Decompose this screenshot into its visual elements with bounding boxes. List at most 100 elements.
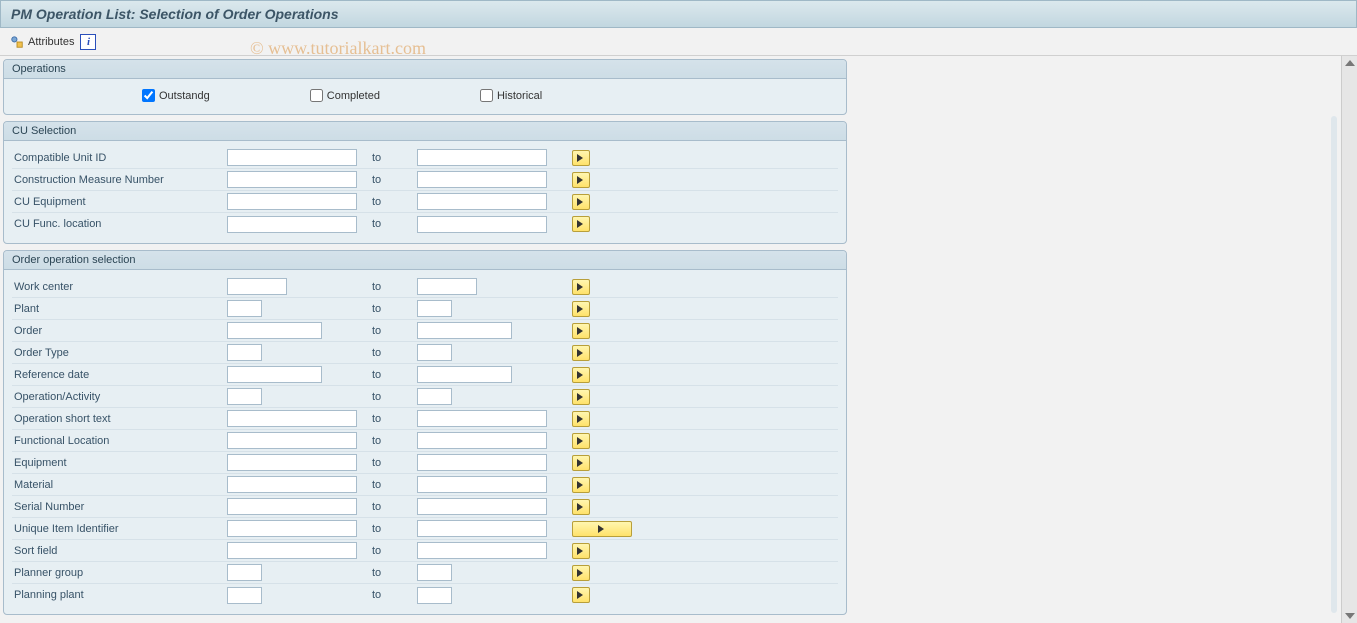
multiple-selection-button[interactable] — [572, 279, 590, 295]
multiple-selection-button[interactable] — [572, 499, 590, 515]
range-from-input[interactable] — [227, 432, 357, 449]
field-row: Order Typeto — [12, 342, 838, 364]
range-to-input[interactable] — [417, 322, 512, 339]
range-from-input[interactable] — [227, 344, 262, 361]
range-from-input[interactable] — [227, 564, 262, 581]
to-label: to — [372, 303, 417, 315]
field-label: Functional Location — [12, 435, 227, 447]
multiple-selection-button[interactable] — [572, 433, 590, 449]
multiple-selection-button[interactable] — [572, 521, 632, 537]
scroll-up-icon[interactable] — [1345, 60, 1355, 66]
range-to-input[interactable] — [417, 542, 547, 559]
arrow-right-icon — [576, 480, 586, 490]
multiple-selection-button[interactable] — [572, 323, 590, 339]
multiple-selection-button[interactable] — [572, 411, 590, 427]
checkbox-historical-input[interactable] — [480, 89, 493, 102]
range-from-input[interactable] — [227, 542, 357, 559]
vertical-scrollbar[interactable] — [1341, 56, 1357, 623]
field-label: Construction Measure Number — [12, 174, 227, 186]
info-icon[interactable]: i — [80, 34, 96, 50]
to-label: to — [372, 152, 417, 164]
range-to-input[interactable] — [417, 149, 547, 166]
range-to-input[interactable] — [417, 564, 452, 581]
group-title-cu-selection: CU Selection — [4, 122, 846, 141]
field-row: CU Equipmentto — [12, 191, 838, 213]
range-from-input[interactable] — [227, 587, 262, 604]
range-to-input[interactable] — [417, 193, 547, 210]
field-row: Construction Measure Numberto — [12, 169, 838, 191]
range-to-input[interactable] — [417, 498, 547, 515]
range-from-input[interactable] — [227, 171, 357, 188]
to-label: to — [372, 545, 417, 557]
multiple-selection-button[interactable] — [572, 301, 590, 317]
checkbox-completed-label: Completed — [327, 90, 380, 102]
multiple-selection-button[interactable] — [572, 455, 590, 471]
checkbox-historical[interactable]: Historical — [480, 89, 542, 102]
multiple-selection-button[interactable] — [572, 194, 590, 210]
multiple-selection-button[interactable] — [572, 216, 590, 232]
range-from-input[interactable] — [227, 300, 262, 317]
to-label: to — [372, 479, 417, 491]
range-to-input[interactable] — [417, 171, 547, 188]
secondary-scrollbar[interactable] — [1331, 116, 1337, 613]
arrow-right-icon — [576, 392, 586, 402]
field-label: Plant — [12, 303, 227, 315]
range-from-input[interactable] — [227, 216, 357, 233]
range-from-input[interactable] — [227, 388, 262, 405]
field-row: Planning plantto — [12, 584, 838, 606]
multiple-selection-button[interactable] — [572, 477, 590, 493]
arrow-right-icon — [576, 175, 586, 185]
multiple-selection-button[interactable] — [572, 345, 590, 361]
range-to-input[interactable] — [417, 216, 547, 233]
multiple-selection-button[interactable] — [572, 587, 590, 603]
field-row: Serial Numberto — [12, 496, 838, 518]
multiple-selection-button[interactable] — [572, 367, 590, 383]
range-from-input[interactable] — [227, 193, 357, 210]
arrow-right-icon — [576, 326, 586, 336]
checkbox-outstanding[interactable]: Outstandg — [142, 89, 210, 102]
range-to-input[interactable] — [417, 476, 547, 493]
range-to-input[interactable] — [417, 520, 547, 537]
checkbox-outstanding-input[interactable] — [142, 89, 155, 102]
range-from-input[interactable] — [227, 454, 357, 471]
range-to-input[interactable] — [417, 344, 452, 361]
range-to-input[interactable] — [417, 278, 477, 295]
range-from-input[interactable] — [227, 476, 357, 493]
multiple-selection-button[interactable] — [572, 543, 590, 559]
multiple-selection-button[interactable] — [572, 150, 590, 166]
range-from-input[interactable] — [227, 149, 357, 166]
arrow-right-icon — [576, 304, 586, 314]
checkbox-completed-input[interactable] — [310, 89, 323, 102]
field-label: Compatible Unit ID — [12, 152, 227, 164]
range-to-input[interactable] — [417, 300, 452, 317]
range-to-input[interactable] — [417, 410, 547, 427]
field-row: Work centerto — [12, 276, 838, 298]
arrow-right-icon — [576, 458, 586, 468]
range-from-input[interactable] — [227, 410, 357, 427]
field-row: Functional Locationto — [12, 430, 838, 452]
range-to-input[interactable] — [417, 388, 452, 405]
arrow-right-icon — [597, 524, 607, 534]
multiple-selection-button[interactable] — [572, 389, 590, 405]
toolbar: Attributes i — [0, 28, 1357, 56]
range-from-input[interactable] — [227, 278, 287, 295]
page-title: PM Operation List: Selection of Order Op… — [11, 6, 339, 22]
range-from-input[interactable] — [227, 366, 322, 383]
multiple-selection-button[interactable] — [572, 172, 590, 188]
right-space — [850, 56, 1357, 623]
range-from-input[interactable] — [227, 520, 357, 537]
checkbox-completed[interactable]: Completed — [310, 89, 380, 102]
to-label: to — [372, 196, 417, 208]
field-row: CU Func. locationto — [12, 213, 838, 235]
range-to-input[interactable] — [417, 366, 512, 383]
range-to-input[interactable] — [417, 454, 547, 471]
range-to-input[interactable] — [417, 587, 452, 604]
scroll-down-icon[interactable] — [1345, 613, 1355, 619]
range-from-input[interactable] — [227, 498, 357, 515]
attributes-button[interactable]: Attributes — [10, 35, 74, 49]
range-from-input[interactable] — [227, 322, 322, 339]
field-row: Operation short textto — [12, 408, 838, 430]
multiple-selection-button[interactable] — [572, 565, 590, 581]
field-label: Equipment — [12, 457, 227, 469]
range-to-input[interactable] — [417, 432, 547, 449]
